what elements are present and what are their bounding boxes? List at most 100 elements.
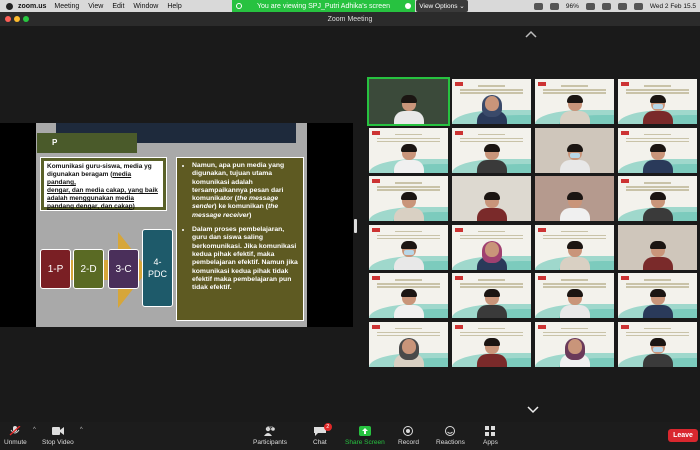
participant-video-tile[interactable] [452,273,531,318]
event-logo-icon [621,179,629,183]
wifi-icon[interactable] [601,2,611,10]
leave-button[interactable]: Leave [668,429,698,442]
step-4-number: 4- [153,257,162,267]
person-body [393,256,424,270]
event-logo-icon [455,324,463,329]
participant-person [559,337,590,367]
share-banner-text: You are viewing SPJ_Putri Adhika's scree… [257,2,390,10]
banner-text-line [644,279,671,281]
participant-video-tile[interactable] [367,77,450,126]
banner-text-line [543,286,606,288]
chevron-up-icon[interactable] [525,30,537,38]
caret-up-icon[interactable]: ^ [33,427,36,433]
person-hair [649,143,666,152]
participant-video-tile[interactable] [535,321,614,367]
banner-text-line [395,327,422,329]
close-window-icon[interactable] [5,16,11,22]
participant-video-tile[interactable] [452,176,531,221]
menu-edit[interactable]: Edit [112,3,124,10]
battery-icon[interactable] [585,2,595,10]
person-hair [400,143,417,152]
menu-app-name[interactable]: zoom.us [18,3,46,10]
chevron-down-icon[interactable] [527,406,539,414]
participant-video-tile[interactable] [535,79,614,124]
participant-video-tile[interactable] [369,176,448,221]
search-icon[interactable] [617,2,627,10]
menu-view[interactable]: View [88,3,103,10]
bluetooth-icon[interactable] [549,2,559,10]
participant-video-tile[interactable] [618,79,697,124]
unmute-button[interactable]: Unmute ^ [4,426,36,446]
event-logo-icon [538,276,546,280]
banner-text-line [626,140,689,142]
menu-meeting[interactable]: Meeting [54,3,79,10]
person-body [393,208,424,221]
battery-text[interactable]: 96% [566,3,579,10]
share-status-icon [236,3,242,9]
person-hair [566,95,583,103]
banner-text-line [460,334,523,336]
zoom-tray-icon[interactable] [533,2,543,10]
banner-text-line [626,137,689,139]
apps-button[interactable]: Apps [483,426,498,446]
person-head [567,338,582,354]
menu-help[interactable]: Help [167,3,181,10]
event-logo-icon [372,130,380,135]
presentation-slide: P Komunikasi guru-siswa, media yg diguna… [36,123,307,327]
menu-window[interactable]: Window [133,3,158,10]
event-logo-icon [372,179,380,183]
event-logo-icon [621,130,629,135]
participant-video-tile[interactable] [369,321,448,367]
participant-person [559,289,590,318]
participant-video-tile[interactable] [452,127,531,173]
person-hair [566,143,583,152]
apple-icon[interactable] [6,2,13,10]
step-4-label: PDC [147,269,167,279]
banner-text-line [626,331,689,333]
person-hair [649,192,666,200]
record-icon [403,426,414,436]
participant-person [642,240,673,270]
participant-video-tile[interactable] [452,321,531,367]
control-center-icon[interactable] [633,2,643,10]
quote-line: Komunikasi guru-siswa, media yg [47,163,152,170]
reactions-button[interactable]: Reactions [436,426,465,446]
banner-text-line [395,133,422,135]
step-4-pdc: 4- PDC [142,229,173,307]
participant-video-tile[interactable] [369,224,448,270]
participant-video-tile[interactable] [535,273,614,318]
minimize-window-icon[interactable] [14,16,20,22]
participant-video-tile[interactable] [618,321,697,367]
window-title: Zoom Meeting [327,15,373,23]
participant-video-tile[interactable] [535,224,614,270]
participant-video-tile[interactable] [369,127,448,173]
stop-video-button[interactable]: Stop Video ^ [42,426,83,446]
clock-text[interactable]: Wed 2 Feb 15.5 [650,3,696,10]
banner-text-line [644,133,671,135]
fullscreen-window-icon[interactable] [23,16,29,22]
participants-count: 69 [267,426,274,432]
participant-video-tile[interactable] [452,224,531,270]
shared-screen: P Komunikasi guru-siswa, media yg diguna… [0,123,353,327]
caret-up-icon[interactable]: ^ [80,427,83,433]
share-screen-button[interactable]: Share Screen [345,426,385,446]
chat-button[interactable]: 2 Chat [313,423,332,446]
view-options-button[interactable]: View Options ⌄ [416,0,468,12]
participant-video-tile[interactable] [535,176,614,221]
person-body [642,208,673,221]
participants-button[interactable]: 69 Participants [253,426,287,446]
banner-text-line [460,283,523,285]
participant-video-tile[interactable] [369,273,448,318]
participant-video-tile[interactable] [452,79,531,124]
event-logo-icon [372,276,380,280]
participant-video-tile[interactable] [535,127,614,173]
participant-video-tile[interactable] [618,273,697,318]
split-resize-handle[interactable] [354,219,357,233]
participant-video-tile[interactable] [618,176,697,221]
record-button[interactable]: Record [398,426,419,446]
unmute-label: Unmute [4,439,27,446]
participant-person [476,240,507,270]
participant-video-tile[interactable] [618,224,697,270]
event-logo-icon [455,276,463,280]
participant-video-tile[interactable] [618,127,697,173]
